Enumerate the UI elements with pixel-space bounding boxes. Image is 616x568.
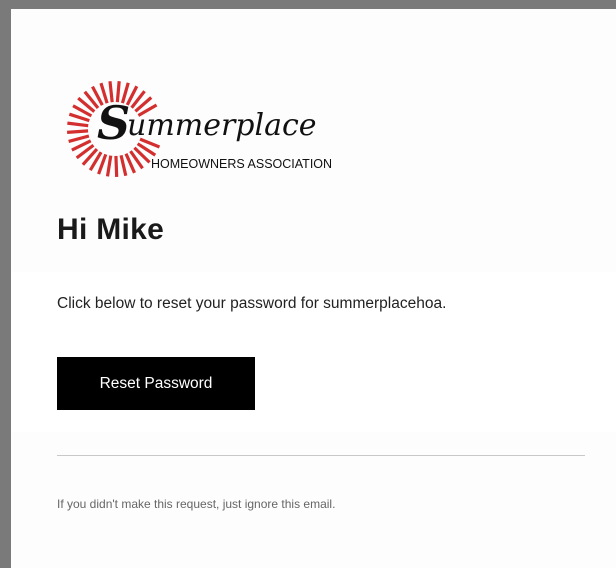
sun-ray <box>105 155 113 177</box>
logo-brand-name: ummerplace <box>127 108 317 143</box>
sun-ray <box>67 129 89 134</box>
sun-ray <box>67 121 89 128</box>
reset-password-button[interactable]: Reset Password <box>57 357 255 410</box>
sun-ray <box>68 112 90 123</box>
email-card: S ummerplace HOMEOWNERS ASSOCIATION Hi M… <box>11 9 616 568</box>
reset-message: Click below to reset your password for s… <box>57 295 447 312</box>
sunburst-logo-icon: S ummerplace HOMEOWNERS ASSOCIATION <box>67 81 332 178</box>
greeting-heading: Hi Mike <box>57 213 165 246</box>
sun-ray <box>114 155 119 178</box>
logo-initial-s: S <box>97 96 130 150</box>
sun-ray <box>68 134 90 143</box>
sun-ray <box>119 154 128 177</box>
divider <box>57 455 585 456</box>
ignore-notice: If you didn't make this request, just ig… <box>57 497 336 511</box>
logo-subtitle: HOMEOWNERS ASSOCIATION <box>151 157 332 171</box>
summerplace-logo: S ummerplace HOMEOWNERS ASSOCIATION <box>57 69 387 179</box>
